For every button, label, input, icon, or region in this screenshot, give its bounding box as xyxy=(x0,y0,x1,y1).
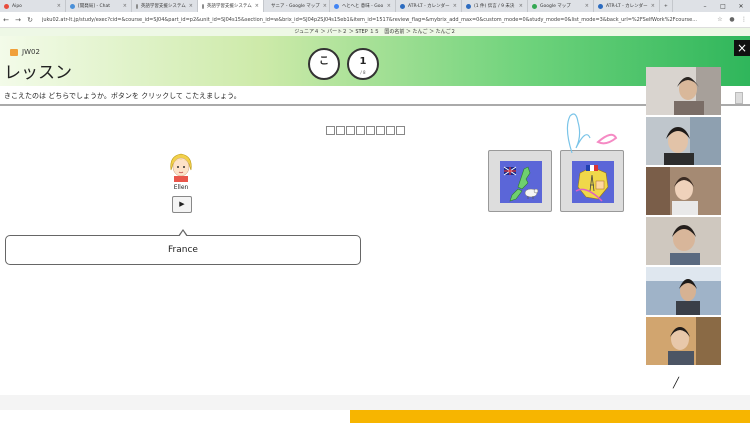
new-zealand-picture xyxy=(500,161,542,203)
lesson-header: JW02 レッスン こ 1 / 8 xyxy=(0,36,750,86)
close-icon[interactable]: × xyxy=(734,40,750,56)
bookmark-star-icon[interactable]: ☆ xyxy=(714,16,726,23)
tab-close-icon[interactable]: × xyxy=(450,3,457,9)
browser-tab[interactable]: ATR-LT - カレンダー × xyxy=(396,0,462,12)
minimize-icon[interactable]: – xyxy=(696,0,714,12)
tab-favicon-icon xyxy=(4,3,9,9)
progress-circle-left: こ xyxy=(308,48,340,80)
participant-video-1 xyxy=(646,67,721,115)
progress-right-value: 1 xyxy=(359,56,367,67)
browser-tab[interactable]: Aipo × xyxy=(0,0,66,12)
progress-left-value: こ xyxy=(319,56,329,67)
browser-tab[interactable]: Google マップ × xyxy=(528,0,594,12)
participant-video-3 xyxy=(646,167,721,215)
instruction-text: きこえたのは どちらでしょうか。ボタンを クリックして こたえましょう。 xyxy=(0,86,750,106)
window-close-icon[interactable]: ✕ xyxy=(732,0,750,12)
answer-slot xyxy=(346,126,355,135)
browser-tab[interactable]: 英語学習支援システム × xyxy=(198,0,264,12)
back-arrow-icon[interactable]: ← xyxy=(0,16,12,24)
scrollbar-thumb[interactable] xyxy=(735,92,743,104)
character-name: Ellen xyxy=(173,184,189,191)
progress-circle-right: 1 / 8 xyxy=(347,48,379,80)
tab-favicon-icon xyxy=(202,3,204,9)
browser-tab-bar: Aipo × [開発局] - Chat × 英語学習支援システム × 英語学習支援システム ×… xyxy=(0,0,750,12)
answer-slot xyxy=(356,126,365,135)
tab-label: (1 件) 伝言 / 9 未決 xyxy=(474,4,515,9)
tab-label: サニア - Google マップ xyxy=(271,4,320,9)
answer-slot xyxy=(336,126,345,135)
tab-favicon-icon xyxy=(532,3,537,9)
profile-icon[interactable]: ● xyxy=(726,16,738,23)
tab-label: 英語学習支援システム xyxy=(206,4,252,9)
tab-favicon-icon xyxy=(400,3,405,9)
annotation-scribble xyxy=(566,113,618,154)
browser-tab[interactable]: サニア - Google マップ × xyxy=(264,0,330,12)
tab-close-icon[interactable]: × xyxy=(582,3,589,9)
play-icon[interactable]: ▶ xyxy=(172,196,192,213)
tab-close-icon[interactable]: × xyxy=(54,3,61,9)
answer-slot xyxy=(396,126,405,135)
tab-favicon-icon xyxy=(598,3,603,9)
browser-tab[interactable]: [開発局] - Chat × xyxy=(66,0,132,12)
tab-favicon-icon xyxy=(334,3,339,9)
reload-icon[interactable]: ↻ xyxy=(24,16,36,24)
browser-tab[interactable]: へとへと 意味 - Goo × xyxy=(330,0,396,12)
forward-arrow-icon[interactable]: → xyxy=(12,16,24,24)
page: Aipo × [開発局] - Chat × 英語学習支援システム × 英語学習支援システム ×… xyxy=(0,0,750,423)
tab-favicon-icon xyxy=(136,3,138,9)
window-controls: – □ ✕ xyxy=(696,0,750,12)
lesson-code-label: JW02 xyxy=(22,48,40,56)
tab-label: Aipo xyxy=(12,3,22,9)
bottom-area xyxy=(0,395,750,410)
breadcrumb: ジュニア４ ＞ パート２ ＞ STEP １５ 国の名前 ＞ たんご ＞ たんご２ xyxy=(0,28,750,36)
france-picture xyxy=(572,161,614,203)
speech-bubble: France xyxy=(5,235,361,265)
tab-close-icon[interactable]: × xyxy=(516,3,523,9)
lesson-code: JW02 xyxy=(10,48,40,56)
answer-slot xyxy=(366,126,375,135)
ellen-avatar xyxy=(165,150,197,182)
answer-slot xyxy=(326,126,335,135)
tab-label: へとへと 意味 - Goo xyxy=(342,4,384,9)
pen-cursor-icon: ╱ xyxy=(673,378,680,389)
tab-close-icon[interactable]: × xyxy=(252,3,259,9)
address-bar: ← → ↻ juku02.atr-lt.jp/study/exec?cid=&c… xyxy=(0,12,750,28)
answer-slots xyxy=(326,126,405,135)
answer-card-france[interactable] xyxy=(560,150,624,212)
menu-dots-icon[interactable]: ⋮ xyxy=(738,16,750,23)
url-field[interactable]: juku02.atr-lt.jp/study/exec?cid=&course_… xyxy=(42,17,702,23)
tab-close-icon[interactable]: × xyxy=(320,3,327,9)
tab-close-icon[interactable]: × xyxy=(384,3,391,9)
tab-label: Google マップ xyxy=(540,4,571,9)
tab-close-icon[interactable]: × xyxy=(120,3,127,9)
box-icon xyxy=(10,48,18,56)
answer-slot xyxy=(386,126,395,135)
tab-label: ATR-LT - カレンダー xyxy=(408,4,450,9)
tab-label: ATR-LT - カレンダー xyxy=(606,4,648,9)
browser-tab[interactable]: (1 件) 伝言 / 9 未決 × xyxy=(462,0,528,12)
page-title: レッスン xyxy=(4,63,72,83)
browser-tab[interactable]: ATR-LT - カレンダー × xyxy=(594,0,660,12)
maximize-icon[interactable]: □ xyxy=(714,0,732,12)
answer-slot xyxy=(376,126,385,135)
tab-label: 英語学習支援システム xyxy=(140,4,186,9)
tab-label: [開発局] - Chat xyxy=(78,4,111,9)
answer-card-new-zealand[interactable] xyxy=(488,150,552,212)
participant-video-6 xyxy=(646,317,721,365)
progress-right-sub: / 8 xyxy=(360,70,366,75)
tab-close-icon[interactable]: × xyxy=(648,3,655,9)
tab-favicon-icon xyxy=(466,3,471,9)
participant-video-4 xyxy=(646,217,721,265)
browser-tab[interactable]: 英語学習支援システム × xyxy=(132,0,198,12)
bubble-tail-inner xyxy=(179,231,187,237)
participant-video-2 xyxy=(646,117,721,165)
bottom-accent-bar xyxy=(350,410,750,423)
new-tab-icon[interactable]: + xyxy=(660,0,673,12)
tab-close-icon[interactable]: × xyxy=(186,3,193,9)
participant-video-5 xyxy=(646,267,721,315)
tab-favicon-icon xyxy=(70,3,75,9)
video-participants-strip xyxy=(646,67,721,365)
